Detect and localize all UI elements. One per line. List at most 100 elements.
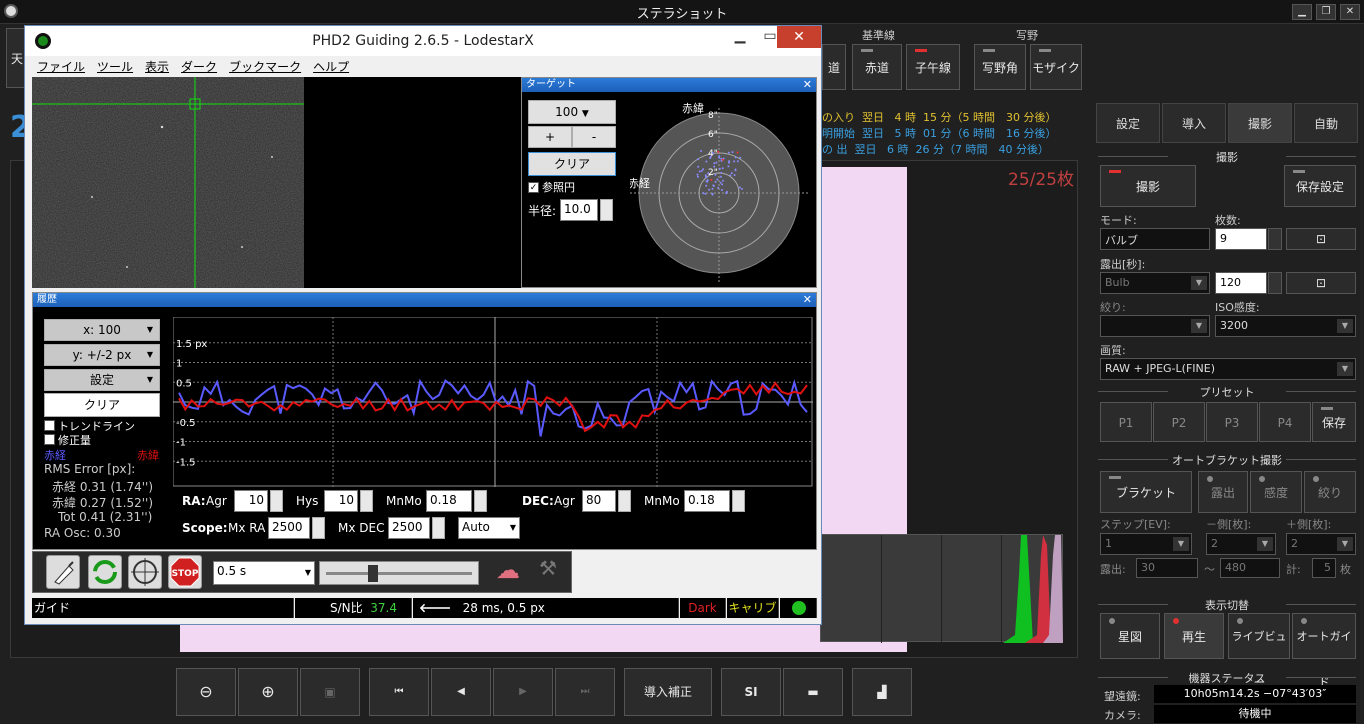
calibrate-button[interactable]: 導入補正	[624, 668, 712, 716]
tab-goto[interactable]: 導入	[1162, 103, 1226, 143]
field-angle-button[interactable]: 写野角	[974, 44, 1026, 90]
zoom-out-button[interactable]: ⊖	[176, 668, 236, 716]
menu-file[interactable]: ファイル	[37, 56, 85, 75]
dec-mnmo-stepper[interactable]	[732, 490, 745, 512]
bracket-exposure-button[interactable]: 露出	[1198, 471, 1248, 513]
iso-select[interactable]: 3200	[1215, 315, 1356, 337]
mxra-field[interactable]: 2500	[268, 517, 310, 539]
x-scale-select[interactable]: x: 100 ▼	[44, 319, 160, 341]
gamma-slider-thumb[interactable]	[368, 565, 378, 582]
preset-p1-button[interactable]: P1	[1100, 402, 1152, 442]
quality-select[interactable]: RAW + JPEG-L(FINE)	[1100, 358, 1356, 380]
ra-mnmo-field[interactable]: 0.18	[426, 490, 472, 512]
tab-settings[interactable]: 設定	[1096, 103, 1160, 143]
ra-mnmo-stepper[interactable]	[474, 490, 487, 512]
menu-help[interactable]: ヘルプ	[313, 56, 349, 75]
meridian-button[interactable]: 子午線	[906, 44, 960, 90]
preset-p4-button[interactable]: P4	[1259, 402, 1311, 442]
mosaic-button[interactable]: モザイク	[1030, 44, 1082, 90]
menu-tools[interactable]: ツール	[97, 56, 133, 75]
ref-circle-checkbox[interactable]: ✓	[528, 182, 539, 193]
bracket-plus-select[interactable]: 2	[1286, 533, 1356, 555]
trendline-checkbox[interactable]	[44, 420, 55, 431]
exposure-reset-button[interactable]: ⊡	[1286, 272, 1356, 294]
zoom-in-button[interactable]: ⊕	[238, 668, 298, 716]
histogram-button[interactable]: ▟	[852, 668, 912, 716]
exposure-stepper[interactable]	[1268, 272, 1282, 294]
radius-stepper[interactable]	[600, 199, 613, 221]
correction-checkbox[interactable]	[44, 434, 55, 445]
mxdec-stepper[interactable]	[432, 517, 445, 539]
dec-agr-field[interactable]: 80	[582, 490, 616, 512]
count-stepper[interactable]	[1268, 228, 1282, 250]
equator-button[interactable]: 赤道	[852, 44, 902, 90]
actual-size-button[interactable]: ▣	[300, 668, 360, 716]
save-settings-button[interactable]: 保存設定	[1284, 165, 1356, 207]
target-clear-button[interactable]: クリア	[528, 152, 616, 176]
history-settings-select[interactable]: 設定 ▼	[44, 369, 160, 391]
target-close-icon[interactable]: ✕	[803, 78, 812, 92]
guide-camera-frame[interactable]	[32, 77, 521, 288]
restore-button[interactable]: ❐	[1316, 4, 1336, 20]
mode-field[interactable]: バルブ	[1100, 228, 1210, 250]
menu-dark[interactable]: ダーク	[181, 56, 217, 75]
phd2-minimize-button[interactable]: ▁	[725, 26, 755, 48]
shoot-button[interactable]: 撮影	[1100, 165, 1196, 207]
si-button[interactable]: SI	[721, 668, 781, 716]
tab-shoot[interactable]: 撮影	[1228, 103, 1292, 143]
menu-view[interactable]: 表示	[145, 56, 169, 75]
phd2-close-button[interactable]: ✕	[777, 26, 821, 48]
guide-mode-select[interactable]: Auto ▼	[458, 517, 520, 539]
bracket-minus-select[interactable]: 2	[1206, 533, 1276, 555]
dec-agr-stepper[interactable]	[618, 490, 631, 512]
exposure-mode-select[interactable]: Bulb	[1100, 272, 1210, 294]
next-frame-button[interactable]: ▶	[493, 668, 553, 716]
preset-p2-button[interactable]: P2	[1153, 402, 1205, 442]
guide-star-icon[interactable]: ⚒	[531, 556, 565, 588]
y-scale-select[interactable]: y: +/-2 px ▼	[44, 344, 160, 366]
ra-hys-field[interactable]: 10	[324, 490, 358, 512]
count-field[interactable]: 9	[1215, 228, 1267, 250]
ra-agr-field[interactable]: 10	[234, 490, 268, 512]
mxdec-field[interactable]: 2500	[388, 517, 430, 539]
playback-button[interactable]: 再生	[1164, 613, 1224, 659]
bracket-step-select[interactable]: 1	[1100, 533, 1192, 555]
target-zoom-out-button[interactable]: -	[572, 126, 616, 148]
brain-icon[interactable]: ☁	[491, 556, 525, 588]
bracket-button[interactable]: ブラケット	[1100, 471, 1192, 513]
road-button[interactable]: 道	[822, 44, 846, 90]
bracket-sensitivity-button[interactable]: 感度	[1250, 471, 1302, 513]
autoguide-button[interactable]: オートガイド	[1292, 613, 1356, 689]
history-clear-button[interactable]: クリア	[44, 393, 160, 417]
aperture-select[interactable]	[1100, 315, 1210, 337]
liveview-button[interactable]: ライブビュー	[1228, 613, 1290, 689]
target-zoom-select[interactable]: 100 ▼	[528, 100, 616, 124]
prev-frame-button[interactable]: ◀	[431, 668, 491, 716]
ra-agr-stepper[interactable]	[270, 490, 283, 512]
stop-button[interactable]: STOP	[168, 555, 202, 589]
preset-p3-button[interactable]: P3	[1206, 402, 1258, 442]
exposure-field[interactable]: 120	[1215, 272, 1267, 294]
star-map-button[interactable]: 星図	[1100, 613, 1160, 659]
last-frame-button[interactable]: ⏭	[555, 668, 615, 716]
minimize-button[interactable]: ▁	[1292, 4, 1312, 20]
folder-button[interactable]: ▬	[783, 668, 843, 716]
first-frame-button[interactable]: ⏮	[369, 668, 429, 716]
preset-save-button[interactable]: 保存	[1312, 402, 1356, 442]
target-zoom-in-button[interactable]: +	[528, 126, 572, 148]
auto-select-star-button[interactable]	[128, 555, 162, 589]
tab-auto[interactable]: 自動	[1294, 103, 1358, 143]
exposure-duration-select[interactable]: 0.5 s ▼	[213, 561, 315, 585]
ra-hys-stepper[interactable]	[360, 490, 373, 512]
mxra-stepper[interactable]	[312, 517, 325, 539]
menu-bookmarks[interactable]: ブックマーク	[229, 56, 301, 75]
history-close-icon[interactable]: ✕	[803, 293, 812, 307]
radius-field[interactable]: 10.0	[560, 199, 598, 221]
bracket-aperture-button[interactable]: 絞り	[1304, 471, 1356, 513]
count-reset-button[interactable]: ⊡	[1286, 228, 1356, 250]
dec-mnmo-field[interactable]: 0.18	[684, 490, 730, 512]
loop-button[interactable]	[88, 555, 122, 589]
close-button[interactable]: ✕	[1340, 4, 1360, 20]
gamma-slider[interactable]	[319, 561, 479, 585]
connect-equipment-button[interactable]	[46, 555, 80, 589]
